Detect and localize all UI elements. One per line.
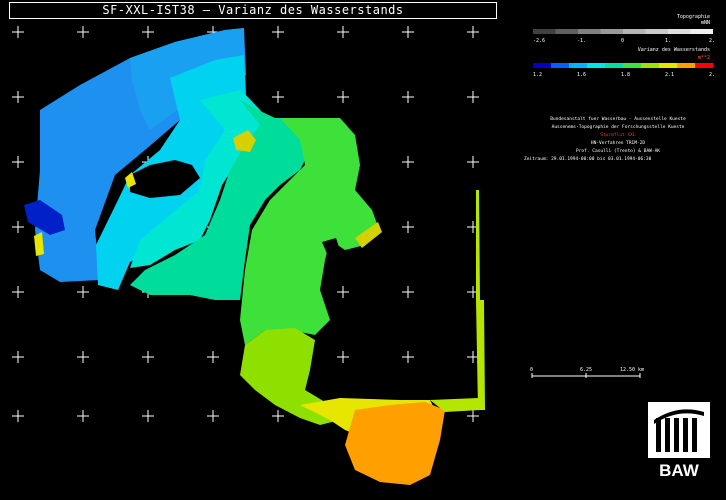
grid-cross <box>337 286 349 298</box>
baw-logo-mark: BAW <box>648 402 710 480</box>
colorbar-tick-label: 1.2 <box>533 72 542 78</box>
institution-line-1: Bundesanstalt fuer Wasserbau - Aussenste… <box>550 117 686 122</box>
colorbar-tick-label: 2.6 <box>709 72 714 78</box>
grid-cross <box>272 26 284 38</box>
colorbar-swatch <box>533 29 556 34</box>
colorbar-swatch <box>587 63 605 68</box>
colorbar-swatch <box>600 29 623 34</box>
colorbar-swatch <box>659 63 677 68</box>
grid-cross <box>402 221 414 233</box>
grid-cross <box>12 26 24 38</box>
grid-cross <box>402 286 414 298</box>
grid-cross <box>402 351 414 363</box>
colorbar-swatch <box>555 29 578 34</box>
grid-cross <box>402 91 414 103</box>
colorbar-tick-label: -1. <box>577 38 586 44</box>
variance-colorbar: 1.2 1.6 1.8 2.1 2.6 <box>533 63 714 78</box>
grid-cross <box>77 351 89 363</box>
grid-cross <box>467 156 479 168</box>
grid-cross <box>77 286 89 298</box>
baw-logo-text: BAW <box>659 461 700 480</box>
grid-cross <box>272 410 284 422</box>
grid-cross <box>12 221 24 233</box>
institution-line-2: Aussenems-Topographie der Forschungsstel… <box>551 125 685 130</box>
scale-tick-0: 0 <box>530 367 533 373</box>
colorbar-swatch <box>677 63 695 68</box>
scale-tick-2: 12.50 km <box>620 367 644 373</box>
time-period: Zeitraum: 29.01.1994-00:00 bis 03.01.199… <box>524 157 652 162</box>
grid-cross <box>402 26 414 38</box>
grid-cross <box>467 26 479 38</box>
colorbar-swatch <box>645 29 668 34</box>
grid-cross <box>77 410 89 422</box>
grid-cross <box>142 410 154 422</box>
colorbar-tick-label: -2.6 <box>533 38 545 44</box>
grid-cross <box>272 91 284 103</box>
baw-logo: BAW <box>648 402 710 480</box>
colorbar-swatch <box>623 63 641 68</box>
colorbar-swatch <box>551 63 569 68</box>
river-channel <box>476 190 485 410</box>
grid-cross <box>337 351 349 363</box>
colorbar-swatch <box>668 29 691 34</box>
scale-tick-1: 6.25 <box>580 367 592 373</box>
grid-cross <box>142 351 154 363</box>
model-authors: Prof. Casulli (Trento) & BAW-AK <box>576 149 660 154</box>
colorbar-swatch <box>569 63 587 68</box>
grid-cross <box>207 351 219 363</box>
model-name: HN-Verfahren TRIM-2D <box>590 141 646 146</box>
grid-cross <box>467 410 479 422</box>
colorbar-swatch <box>623 29 646 34</box>
grid-cross <box>207 410 219 422</box>
variance-legend-label: Varianz des Wasserstands <box>637 47 710 53</box>
colorbar-swatch <box>690 29 713 34</box>
grid-cross <box>467 91 479 103</box>
topography-legend-unit: mNN <box>700 20 710 26</box>
colorbar-tick-label: 0 <box>621 38 624 44</box>
grid-cross <box>12 156 24 168</box>
grid-cross <box>12 410 24 422</box>
topography-colorbar: -2.6 -1. 0 1. 2.6 <box>533 29 714 44</box>
scenario-name: Sturmflut XXL <box>600 133 636 138</box>
grid-cross <box>12 91 24 103</box>
colorbar-swatch <box>533 63 551 68</box>
grid-cross <box>77 26 89 38</box>
grid-cross <box>12 351 24 363</box>
region-orange <box>345 402 445 485</box>
grid-cross <box>337 91 349 103</box>
grid-cross <box>12 286 24 298</box>
grid-cross <box>142 26 154 38</box>
colorbar-swatch <box>578 29 601 34</box>
colorbar-tick-label: 1. <box>665 38 671 44</box>
water-variance-field <box>24 28 485 485</box>
grid-cross <box>402 156 414 168</box>
colorbar-swatch <box>605 63 623 68</box>
variance-legend-unit: m**2 <box>697 55 710 61</box>
scale-bar: 0 6.25 12.50 km <box>530 367 644 378</box>
grid-cross <box>337 26 349 38</box>
colorbar-swatch <box>695 63 713 68</box>
map-title: SF-XXL-IST38 – Varianz des Wasserstands <box>9 2 497 19</box>
colorbar-swatch <box>641 63 659 68</box>
colorbar-tick-label: 1.8 <box>621 72 630 78</box>
colorbar-tick-label: 2.1 <box>665 72 674 78</box>
colorbar-tick-label: 2.6 <box>709 38 714 44</box>
colorbar-tick-label: 1.6 <box>577 72 586 78</box>
